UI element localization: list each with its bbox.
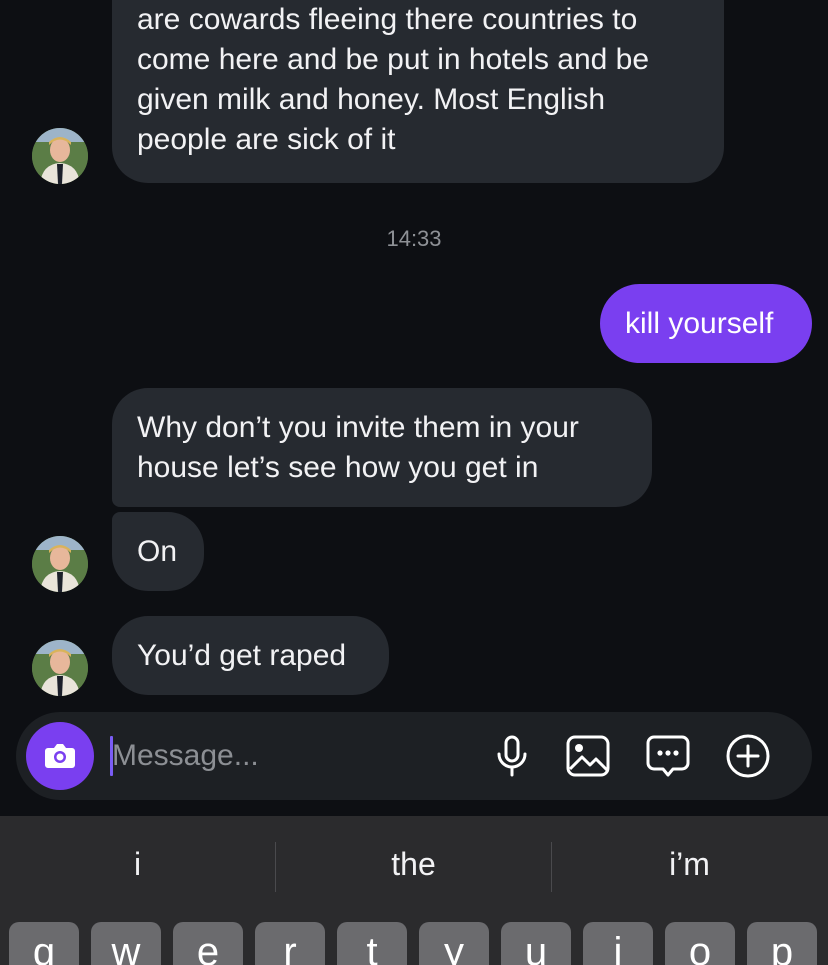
- sender-avatar-image: [32, 536, 88, 592]
- key-y[interactable]: y: [419, 922, 489, 965]
- outgoing-message-bubble[interactable]: kill yourself: [600, 284, 812, 363]
- message-composer: [16, 712, 812, 800]
- key-p[interactable]: p: [747, 922, 817, 965]
- sender-avatar[interactable]: [32, 536, 88, 592]
- message-input[interactable]: [112, 732, 462, 780]
- camera-button[interactable]: [26, 722, 94, 790]
- key-w[interactable]: w: [91, 922, 161, 965]
- sender-avatar-image: [32, 640, 88, 696]
- gallery-button[interactable]: [564, 732, 612, 780]
- camera-icon: [45, 744, 75, 768]
- key-o[interactable]: o: [665, 922, 735, 965]
- incoming-message-bubble[interactable]: You’d get raped: [112, 616, 389, 695]
- incoming-message-bubble[interactable]: On: [112, 512, 204, 591]
- key-q[interactable]: q: [9, 922, 79, 965]
- message-timestamp: 14:33: [386, 226, 442, 251]
- microphone-icon: [497, 735, 527, 777]
- key-e[interactable]: e: [173, 922, 243, 965]
- keyboard: i the i’m q w e r t y u i o p: [0, 816, 828, 965]
- chat-screen: are cowards fleeing there countries to c…: [0, 0, 828, 965]
- chat-bubble-icon: [646, 735, 690, 777]
- incoming-message-bubble[interactable]: are cowards fleeing there countries to c…: [112, 0, 724, 183]
- microphone-button[interactable]: [488, 732, 536, 780]
- sender-avatar[interactable]: [32, 128, 88, 184]
- incoming-message-bubble[interactable]: Why don’t you invite them in your house …: [112, 388, 652, 507]
- keyboard-suggestion[interactable]: i’m: [552, 846, 827, 883]
- sticker-button[interactable]: [644, 732, 692, 780]
- more-options-button[interactable]: [724, 732, 772, 780]
- sender-avatar[interactable]: [32, 640, 88, 696]
- key-u[interactable]: u: [501, 922, 571, 965]
- key-i[interactable]: i: [583, 922, 653, 965]
- plus-circle-icon: [726, 734, 770, 778]
- key-r[interactable]: r: [255, 922, 325, 965]
- image-icon: [566, 735, 610, 777]
- keyboard-suggestion[interactable]: i: [0, 846, 275, 883]
- key-t[interactable]: t: [337, 922, 407, 965]
- keyboard-suggestion[interactable]: the: [276, 846, 551, 883]
- sender-avatar-image: [32, 128, 88, 184]
